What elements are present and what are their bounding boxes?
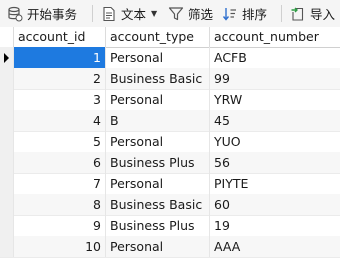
text-label: 文本: [121, 7, 147, 22]
row-selector[interactable]: [0, 152, 14, 173]
sort-label: 排序: [242, 7, 268, 22]
grid-header: account_id account_type account_number: [0, 27, 340, 48]
current-row-pointer-icon: [4, 53, 9, 63]
cell-account-type[interactable]: Personal: [105, 47, 209, 68]
begin-transaction-icon: [7, 6, 23, 22]
cell-account-type[interactable]: Personal: [105, 236, 209, 257]
import-label: 导入: [310, 7, 336, 22]
cell-account-number[interactable]: 56: [209, 152, 340, 173]
cell-account-number[interactable]: YUO: [209, 131, 340, 152]
column-header-account-type[interactable]: account_type: [105, 27, 209, 47]
cell-account-number[interactable]: 45: [209, 110, 340, 131]
toolbar: 开始事务 文本 ▼ 筛选 排序 导入: [0, 0, 340, 28]
filter-icon: [168, 6, 184, 22]
cell-account-id[interactable]: 8: [13, 194, 105, 215]
text-icon: [101, 6, 117, 22]
toolbar-divider: [281, 5, 282, 22]
row-selector[interactable]: [0, 89, 14, 110]
import-icon: [290, 6, 306, 22]
cell-account-id[interactable]: 6: [13, 152, 105, 173]
row-selector[interactable]: [0, 194, 14, 215]
cell-account-number[interactable]: AAA: [209, 236, 340, 257]
row-header-corner: [0, 27, 13, 47]
column-header-account-number[interactable]: account_number: [209, 27, 340, 47]
cell-account-type[interactable]: Business Plus: [105, 215, 209, 236]
text-button[interactable]: 文本 ▼: [101, 0, 157, 27]
cell-account-number[interactable]: 19: [209, 215, 340, 236]
cell-account-id[interactable]: 9: [13, 215, 105, 236]
cell-account-id[interactable]: 1: [13, 47, 105, 68]
table-row[interactable]: 7 Personal PIYTE: [0, 173, 340, 195]
cell-account-type[interactable]: Business Basic: [105, 194, 209, 215]
cell-account-type[interactable]: B: [105, 110, 209, 131]
cell-account-type[interactable]: Business Basic: [105, 68, 209, 89]
cell-account-id[interactable]: 7: [13, 173, 105, 194]
cell-account-number[interactable]: 99: [209, 68, 340, 89]
chevron-down-icon[interactable]: ▼: [151, 9, 157, 18]
table-row[interactable]: 9 Business Plus 19: [0, 215, 340, 237]
sort-icon: [222, 6, 238, 22]
sort-button[interactable]: 排序: [222, 0, 267, 27]
filter-button[interactable]: 筛选: [168, 0, 213, 27]
filter-label: 筛选: [188, 7, 214, 22]
row-selector[interactable]: [0, 173, 14, 194]
table-row[interactable]: 3 Personal YRW: [0, 89, 340, 111]
table-row[interactable]: 4 B 45: [0, 110, 340, 132]
table-row[interactable]: 5 Personal YUO: [0, 131, 340, 153]
cell-account-type[interactable]: Business Plus: [105, 152, 209, 173]
toolbar-divider: [92, 5, 93, 22]
cell-account-id[interactable]: 3: [13, 89, 105, 110]
table-row[interactable]: 2 Business Basic 99: [0, 68, 340, 90]
row-selector[interactable]: [0, 47, 14, 68]
cell-account-type[interactable]: Personal: [105, 131, 209, 152]
cell-account-number[interactable]: PIYTE: [209, 173, 340, 194]
row-selector[interactable]: [0, 215, 14, 236]
row-selector[interactable]: [0, 110, 14, 131]
import-button[interactable]: 导入: [290, 0, 335, 27]
table-row[interactable]: 10 Personal AAA: [0, 236, 340, 258]
cell-account-number[interactable]: 60: [209, 194, 340, 215]
row-selector[interactable]: [0, 131, 14, 152]
cell-account-number[interactable]: ACFB: [209, 47, 340, 68]
table-row[interactable]: 1 Personal ACFB: [0, 47, 340, 69]
begin-transaction-button[interactable]: 开始事务: [7, 0, 77, 27]
cell-account-id[interactable]: 10: [13, 236, 105, 257]
cell-account-id[interactable]: 5: [13, 131, 105, 152]
table-row[interactable]: 6 Business Plus 56: [0, 152, 340, 174]
begin-transaction-label: 开始事务: [27, 7, 78, 22]
column-header-account-id[interactable]: account_id: [13, 27, 105, 47]
row-selector[interactable]: [0, 236, 14, 257]
cell-account-id[interactable]: 4: [13, 110, 105, 131]
cell-account-type[interactable]: Personal: [105, 89, 209, 110]
table-row[interactable]: 8 Business Basic 60: [0, 194, 340, 216]
cell-account-number[interactable]: YRW: [209, 89, 340, 110]
row-selector[interactable]: [0, 68, 14, 89]
cell-account-id[interactable]: 2: [13, 68, 105, 89]
cell-account-type[interactable]: Personal: [105, 173, 209, 194]
